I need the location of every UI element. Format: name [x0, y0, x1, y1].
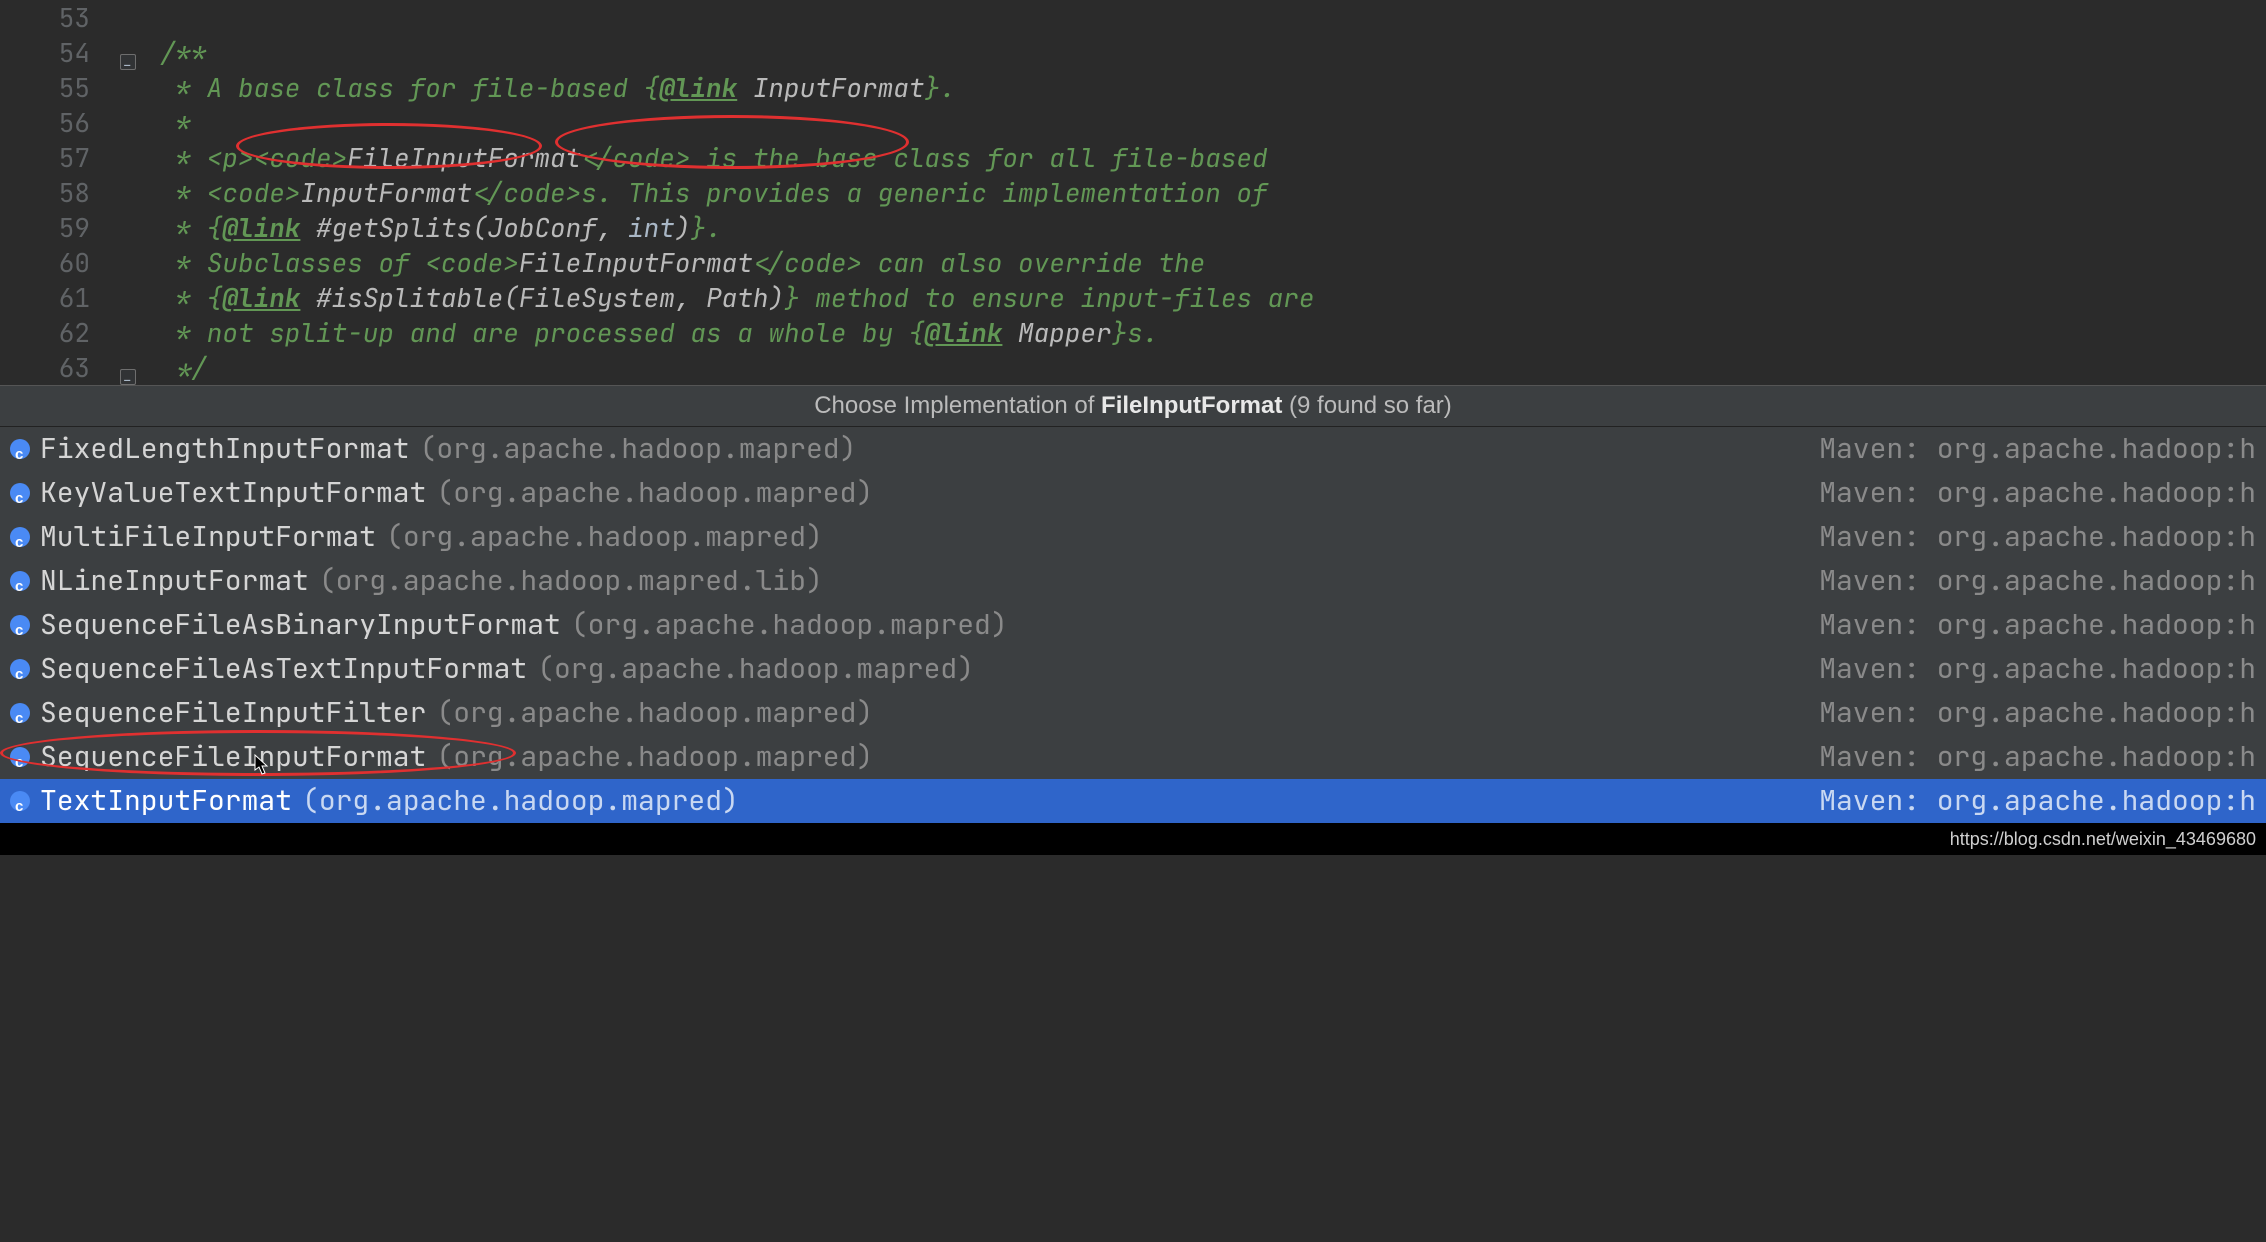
line-number: 61	[0, 280, 120, 315]
code-line[interactable]: 53	[0, 0, 2266, 35]
line-number: 62	[0, 315, 120, 350]
implementation-source: Maven: org.apache.hadoop:h	[1819, 737, 2256, 777]
line-number: 60	[0, 245, 120, 280]
implementation-name: FixedLengthInputFormat	[40, 429, 410, 469]
implementation-item[interactable]: SequenceFileAsTextInputFormat(org.apache…	[0, 647, 2266, 691]
class-icon	[10, 439, 30, 459]
code-text[interactable]: * {@link #isSplitable(FileSystem, Path)}…	[160, 280, 2266, 315]
code-line[interactable]: 62 * not split-up and are processed as a…	[0, 315, 2266, 350]
implementation-source: Maven: org.apache.hadoop:h	[1819, 517, 2256, 557]
code-line[interactable]: 57 * <p><code>FileInputFormat</code> is …	[0, 140, 2266, 175]
code-line[interactable]: 55 * A base class for file-based {@link …	[0, 70, 2266, 105]
implementation-package: (org.apache.hadoop.mapred)	[537, 649, 974, 689]
implementation-name: TextInputFormat	[40, 781, 292, 821]
implementation-source: Maven: org.apache.hadoop:h	[1819, 429, 2256, 469]
code-line[interactable]: 54 /**	[0, 35, 2266, 70]
implementation-source: Maven: org.apache.hadoop:h	[1819, 693, 2256, 733]
fold-toggle-icon[interactable]	[120, 54, 136, 70]
implementation-name: SequenceFileAsTextInputFormat	[40, 649, 527, 689]
class-icon	[10, 571, 30, 591]
implementation-source: Maven: org.apache.hadoop:h	[1819, 649, 2256, 689]
implementation-package: (org.apache.hadoop.mapred)	[571, 605, 1008, 645]
code-text[interactable]: * <p><code>FileInputFormat</code> is the…	[160, 140, 2266, 175]
implementation-package: (org.apache.hadoop.mapred.lib)	[319, 561, 823, 601]
editor-root: 5354/**55 * A base class for file-based …	[0, 0, 2266, 1242]
implementation-name: KeyValueTextInputFormat	[40, 473, 426, 513]
implementation-package: (org.apache.hadoop.mapred)	[386, 517, 823, 557]
class-icon	[10, 703, 30, 723]
implementation-package: (org.apache.hadoop.mapred)	[302, 781, 739, 821]
implementation-name: SequenceFileAsBinaryInputFormat	[40, 605, 561, 645]
implementation-source: Maven: org.apache.hadoop:h	[1819, 473, 2256, 513]
class-icon	[10, 659, 30, 679]
popup-title-class: FileInputFormat	[1101, 392, 1282, 419]
class-icon	[10, 747, 30, 767]
code-text[interactable]: *	[160, 105, 2266, 140]
implementation-item[interactable]: MultiFileInputFormat(org.apache.hadoop.m…	[0, 515, 2266, 559]
implementation-name: SequenceFileInputFilter	[40, 693, 426, 733]
line-number: 55	[0, 70, 120, 105]
implementation-item[interactable]: SequenceFileAsBinaryInputFormat(org.apac…	[0, 603, 2266, 647]
code-text[interactable]: * A base class for file-based {@link Inp…	[160, 70, 2266, 105]
code-line[interactable]: 58 * <code>InputFormat</code>s. This pro…	[0, 175, 2266, 210]
implementation-list[interactable]: FixedLengthInputFormat(org.apache.hadoop…	[0, 427, 2266, 823]
implementation-source: Maven: org.apache.hadoop:h	[1819, 561, 2256, 601]
watermark-text: https://blog.csdn.net/weixin_43469680	[1950, 829, 2256, 850]
implementation-name: MultiFileInputFormat	[40, 517, 376, 557]
code-text[interactable]: * <code>InputFormat</code>s. This provid…	[160, 175, 2266, 210]
status-bar: https://blog.csdn.net/weixin_43469680	[0, 823, 2266, 855]
line-number: 53	[0, 0, 120, 35]
class-icon	[10, 791, 30, 811]
implementation-package: (org.apache.hadoop.mapred)	[436, 473, 873, 513]
implementation-item[interactable]: NLineInputFormat(org.apache.hadoop.mapre…	[0, 559, 2266, 603]
line-number: 58	[0, 175, 120, 210]
implementation-item[interactable]: SequenceFileInputFormat(org.apache.hadoo…	[0, 735, 2266, 779]
code-text[interactable]: */	[160, 350, 2266, 385]
code-line[interactable]: 60 * Subclasses of <code>FileInputFormat…	[0, 245, 2266, 280]
code-text[interactable]: /**	[160, 35, 2266, 70]
line-number: 56	[0, 105, 120, 140]
code-line[interactable]: 61 * {@link #isSplitable(FileSystem, Pat…	[0, 280, 2266, 315]
line-number: 54	[0, 35, 120, 70]
implementation-name: SequenceFileInputFormat	[40, 737, 426, 777]
implementation-item[interactable]: SequenceFileInputFilter(org.apache.hadoo…	[0, 691, 2266, 735]
line-number: 63	[0, 350, 120, 385]
implementation-popup-title: Choose Implementation of FileInputFormat…	[0, 385, 2266, 427]
implementation-package: (org.apache.hadoop.mapred)	[436, 737, 873, 777]
implementation-item[interactable]: KeyValueTextInputFormat(org.apache.hadoo…	[0, 471, 2266, 515]
implementation-source: Maven: org.apache.hadoop:h	[1819, 605, 2256, 645]
code-text[interactable]: * {@link #getSplits(JobConf, int)}.	[160, 210, 2266, 245]
code-area[interactable]: 5354/**55 * A base class for file-based …	[0, 0, 2266, 385]
implementation-package: (org.apache.hadoop.mapred)	[420, 429, 857, 469]
implementation-item[interactable]: TextInputFormat(org.apache.hadoop.mapred…	[0, 779, 2266, 823]
code-text[interactable]: * not split-up and are processed as a wh…	[160, 315, 2266, 350]
class-icon	[10, 483, 30, 503]
code-line[interactable]: 59 * {@link #getSplits(JobConf, int)}.	[0, 210, 2266, 245]
implementation-package: (org.apache.hadoop.mapred)	[436, 693, 873, 733]
implementation-name: NLineInputFormat	[40, 561, 309, 601]
popup-title-suffix: (9 found so far)	[1282, 392, 1451, 419]
fold-toggle-icon[interactable]	[120, 369, 136, 385]
class-icon	[10, 527, 30, 547]
code-line[interactable]: 63 */	[0, 350, 2266, 385]
line-number: 59	[0, 210, 120, 245]
code-text[interactable]: * Subclasses of <code>FileInputFormat</c…	[160, 245, 2266, 280]
code-line[interactable]: 56 *	[0, 105, 2266, 140]
popup-title-prefix: Choose Implementation of	[814, 392, 1101, 419]
class-icon	[10, 615, 30, 635]
line-number: 57	[0, 140, 120, 175]
implementation-source: Maven: org.apache.hadoop:h	[1819, 781, 2256, 821]
implementation-item[interactable]: FixedLengthInputFormat(org.apache.hadoop…	[0, 427, 2266, 471]
